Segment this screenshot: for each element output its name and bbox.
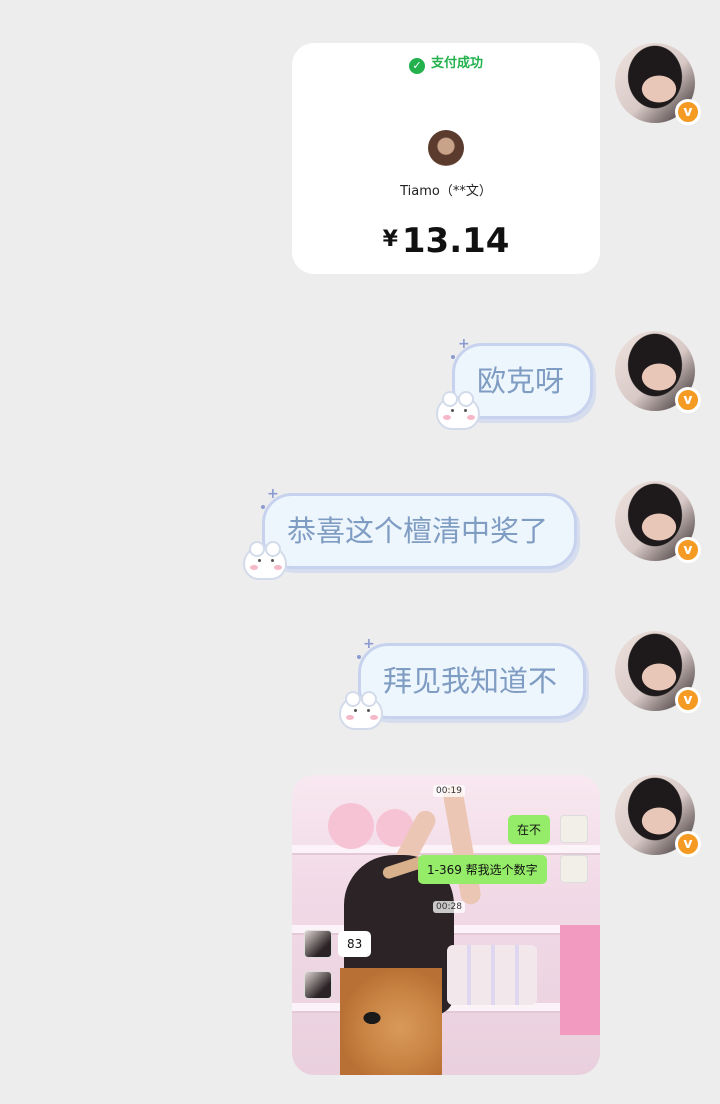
sparkle-icon: + <box>458 336 470 352</box>
verified-badge-icon: v <box>675 537 701 563</box>
cat-cheek <box>443 415 451 420</box>
cat-cheek <box>250 565 258 570</box>
sparkle-icon: + <box>267 486 279 502</box>
chat-bubble-green: 1-369 帮我选个数字 <box>418 855 547 884</box>
mini-avatar <box>304 930 332 958</box>
sender-avatar[interactable]: v <box>615 481 701 565</box>
mini-avatar <box>560 815 588 843</box>
cat-cheek <box>346 715 354 720</box>
verified-badge-icon: v <box>675 687 701 713</box>
time-label: 00:19 <box>433 785 465 797</box>
mini-avatar <box>304 971 332 999</box>
shelf <box>292 845 600 855</box>
sparkle-dot-icon <box>451 355 455 359</box>
cat-cheek <box>370 715 378 720</box>
cat-eye <box>258 559 261 562</box>
payee-name: Tiamo（**文） <box>400 184 492 199</box>
sender-avatar[interactable]: v <box>615 631 701 715</box>
cat-eye <box>271 559 274 562</box>
sender-avatar[interactable]: v <box>615 775 701 859</box>
cat-cheek <box>274 565 282 570</box>
message-text: 欧克呀 <box>477 364 565 398</box>
payment-status: ✓ 支付成功 <box>292 52 600 74</box>
sender-avatar[interactable]: v <box>615 331 701 415</box>
cat-sticker-icon <box>436 391 480 430</box>
payee-avatar <box>428 130 464 166</box>
cat-eye <box>451 409 454 412</box>
payment-amount: ¥13.14 <box>292 221 600 261</box>
message-bubble[interactable]: 恭喜这个檀清中奖了 <box>262 493 578 569</box>
currency-symbol: ¥ <box>382 227 398 252</box>
cat-eye <box>354 709 357 712</box>
amount-value: 13.14 <box>401 221 510 261</box>
sparkle-icon: + <box>363 636 375 652</box>
image-message[interactable]: 00:19 00:28 在不 1-369 帮我选个数字 83 <box>292 775 600 1075</box>
candy-jars <box>447 945 537 1005</box>
message-text: 恭喜这个檀清中奖了 <box>287 514 549 548</box>
plush-toy <box>328 803 374 849</box>
cat-cheek <box>467 415 475 420</box>
cat-sticker-icon <box>339 691 383 730</box>
cat-eye <box>367 709 370 712</box>
payment-card[interactable]: ✓ 支付成功 Tiamo（**文） ¥13.14 <box>292 43 600 274</box>
cat-sticker-icon <box>243 541 287 580</box>
message-text: 拜见我知道不 <box>383 664 558 698</box>
pink-cups <box>560 925 600 1035</box>
message-bubble[interactable]: 拜见我知道不 <box>358 643 587 719</box>
payment-status-text: 支付成功 <box>430 56 483 71</box>
check-icon: ✓ <box>408 58 425 74</box>
verified-badge-icon: v <box>675 831 701 857</box>
time-label: 00:28 <box>433 901 465 913</box>
sparkle-dot-icon <box>261 505 265 509</box>
sender-avatar[interactable]: v <box>615 43 701 127</box>
cat-photo <box>340 968 442 1075</box>
sparkle-dot-icon <box>357 655 361 659</box>
chat-bubble-green: 在不 <box>508 815 551 844</box>
verified-badge-icon: v <box>675 387 701 413</box>
chat-bubble-white: 83 <box>338 931 372 957</box>
verified-badge-icon: v <box>675 99 701 125</box>
mini-avatar <box>560 855 588 883</box>
cat-eye <box>464 409 467 412</box>
